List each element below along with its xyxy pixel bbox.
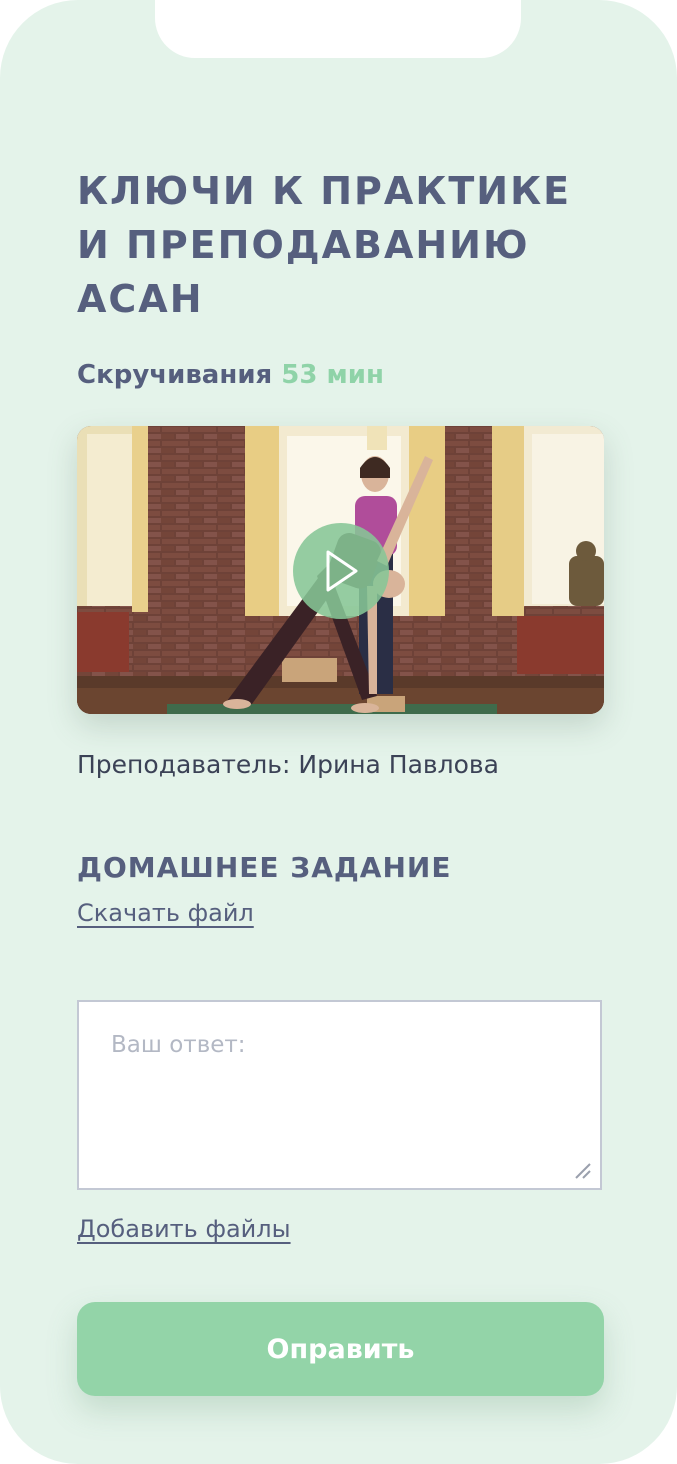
download-file-link[interactable]: Скачать файл	[77, 897, 254, 929]
lesson-name: Скручивания	[77, 360, 273, 390]
lesson-video[interactable]	[77, 426, 604, 714]
homework-title: ДОМАШНЕЕ ЗАДАНИЕ	[77, 851, 452, 884]
add-files-link[interactable]: Добавить файлы	[77, 1213, 291, 1245]
lesson-duration: 53 мин	[281, 360, 384, 390]
lesson-info: Скручивания 53 мин	[77, 357, 384, 393]
answer-field[interactable]	[77, 1000, 602, 1190]
teacher-name: Преподаватель: Ирина Павлова	[77, 750, 499, 779]
resize-handle-icon[interactable]	[572, 1160, 592, 1180]
play-icon	[326, 550, 358, 592]
submit-button[interactable]: Оправить	[77, 1302, 604, 1396]
phone-screen: КЛЮЧИ К ПРАКТИКЕ И ПРЕПОДАВАНИЮ АСАН Скр…	[0, 0, 677, 1464]
play-button[interactable]	[293, 523, 389, 619]
answer-input[interactable]	[79, 1002, 600, 1188]
course-title: КЛЮЧИ К ПРАКТИКЕ И ПРЕПОДАВАНИЮ АСАН	[77, 169, 572, 321]
device-notch	[155, 0, 521, 58]
